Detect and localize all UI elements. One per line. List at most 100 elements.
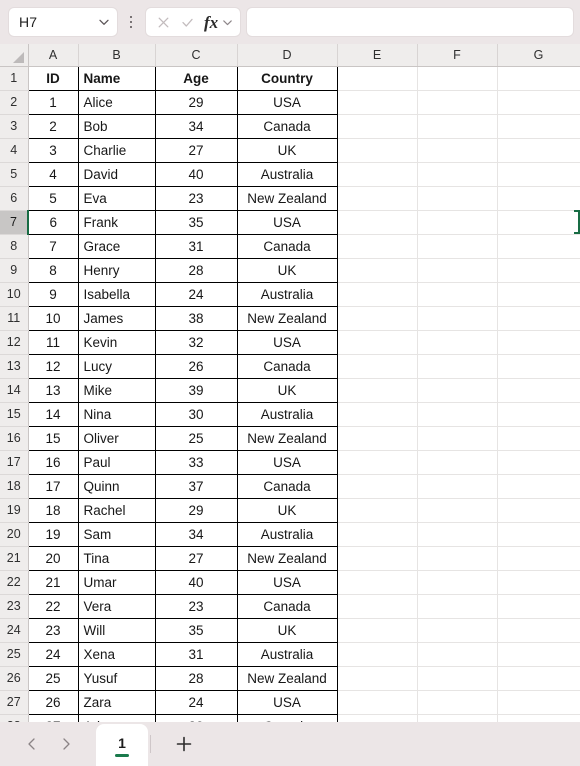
cell-B18[interactable]: Quinn (77, 473, 156, 499)
cell-D28[interactable]: Canada (236, 713, 338, 722)
kebab-menu-icon[interactable] (120, 7, 142, 37)
row-header-5[interactable]: 5 (0, 162, 29, 187)
row-header-4[interactable]: 4 (0, 138, 29, 163)
cell-empty-F2[interactable] (417, 90, 498, 115)
cell-D24[interactable]: UK (236, 617, 338, 643)
cell-B6[interactable]: Eva (77, 185, 156, 211)
cell-empty-E25[interactable] (337, 642, 418, 667)
cell-A7[interactable]: 6 (27, 209, 79, 235)
cell-C26[interactable]: 28 (154, 665, 238, 691)
row-header-19[interactable]: 19 (0, 498, 29, 523)
cell-D20[interactable]: Australia (236, 521, 338, 547)
cell-empty-G28[interactable] (497, 714, 580, 722)
row-header-20[interactable]: 20 (0, 522, 29, 547)
cell-empty-F17[interactable] (417, 450, 498, 475)
cell-B8[interactable]: Grace (77, 233, 156, 259)
chevron-down-icon[interactable] (97, 15, 111, 29)
cell-empty-G11[interactable] (497, 306, 580, 331)
row-header-25[interactable]: 25 (0, 642, 29, 667)
cell-B28[interactable]: Ada (77, 713, 156, 722)
cell-C18[interactable]: 37 (154, 473, 238, 499)
row-header-21[interactable]: 21 (0, 546, 29, 571)
row-header-3[interactable]: 3 (0, 114, 29, 139)
cell-C19[interactable]: 29 (154, 497, 238, 523)
cell-A4[interactable]: 3 (27, 137, 79, 163)
cell-empty-F24[interactable] (417, 618, 498, 643)
spreadsheet-grid[interactable]: ABCDEFG 1 ID Name Age Country 2 1 Alice 29 USA 3 2 B… (0, 44, 580, 722)
cell-B11[interactable]: James (77, 305, 156, 331)
cell-empty-E4[interactable] (337, 138, 418, 163)
cell-empty-G25[interactable] (497, 642, 580, 667)
cell-empty-F5[interactable] (417, 162, 498, 187)
cell-C6[interactable]: 23 (154, 185, 238, 211)
cell-empty-F19[interactable] (417, 498, 498, 523)
column-header-d[interactable]: D (237, 44, 338, 67)
cell-C24[interactable]: 35 (154, 617, 238, 643)
cell-D4[interactable]: UK (236, 137, 338, 163)
cell-A24[interactable]: 23 (27, 617, 79, 643)
cell-B5[interactable]: David (77, 161, 156, 187)
cell-B25[interactable]: Xena (77, 641, 156, 667)
chevron-right-icon[interactable] (58, 736, 74, 752)
row-header-14[interactable]: 14 (0, 378, 29, 403)
cell-A6[interactable]: 5 (27, 185, 79, 211)
cell-C27[interactable]: 24 (154, 689, 238, 715)
cell-B1[interactable]: Name (77, 65, 156, 91)
cell-A11[interactable]: 10 (27, 305, 79, 331)
cell-B9[interactable]: Henry (77, 257, 156, 283)
cell-empty-E26[interactable] (337, 666, 418, 691)
row-header-2[interactable]: 2 (0, 90, 29, 115)
cell-empty-E9[interactable] (337, 258, 418, 283)
cell-empty-G3[interactable] (497, 114, 580, 139)
cell-A26[interactable]: 25 (27, 665, 79, 691)
cell-empty-E16[interactable] (337, 426, 418, 451)
cell-empty-G8[interactable] (497, 234, 580, 259)
cell-empty-E5[interactable] (337, 162, 418, 187)
cell-empty-E28[interactable] (337, 714, 418, 722)
cell-A13[interactable]: 12 (27, 353, 79, 379)
cell-empty-E10[interactable] (337, 282, 418, 307)
cell-C12[interactable]: 32 (154, 329, 238, 355)
cell-C2[interactable]: 29 (154, 89, 238, 115)
cell-B2[interactable]: Alice (77, 89, 156, 115)
cell-B15[interactable]: Nina (77, 401, 156, 427)
cell-empty-F14[interactable] (417, 378, 498, 403)
cell-A14[interactable]: 13 (27, 377, 79, 403)
cell-B19[interactable]: Rachel (77, 497, 156, 523)
name-box[interactable]: H7 (8, 7, 118, 37)
cell-A3[interactable]: 2 (27, 113, 79, 139)
cell-A21[interactable]: 20 (27, 545, 79, 571)
cell-empty-G18[interactable] (497, 474, 580, 499)
cell-C8[interactable]: 31 (154, 233, 238, 259)
cell-B22[interactable]: Umar (77, 569, 156, 595)
cell-empty-F28[interactable] (417, 714, 498, 722)
cell-empty-G13[interactable] (497, 354, 580, 379)
cell-empty-G22[interactable] (497, 570, 580, 595)
cell-empty-G15[interactable] (497, 402, 580, 427)
cell-empty-F15[interactable] (417, 402, 498, 427)
cell-empty-E27[interactable] (337, 690, 418, 715)
cell-A5[interactable]: 4 (27, 161, 79, 187)
cell-D7[interactable]: USA (236, 209, 338, 235)
cell-D14[interactable]: UK (236, 377, 338, 403)
cell-D6[interactable]: New Zealand (236, 185, 338, 211)
cell-empty-F11[interactable] (417, 306, 498, 331)
cell-D16[interactable]: New Zealand (236, 425, 338, 451)
cell-A28[interactable]: 27 (27, 713, 79, 722)
cell-empty-E11[interactable] (337, 306, 418, 331)
cell-D19[interactable]: UK (236, 497, 338, 523)
cell-empty-G4[interactable] (497, 138, 580, 163)
row-header-22[interactable]: 22 (0, 570, 29, 595)
cell-empty-E19[interactable] (337, 498, 418, 523)
cell-empty-F25[interactable] (417, 642, 498, 667)
cell-empty-F27[interactable] (417, 690, 498, 715)
row-header-11[interactable]: 11 (0, 306, 29, 331)
row-header-10[interactable]: 10 (0, 282, 29, 307)
row-header-18[interactable]: 18 (0, 474, 29, 499)
cell-empty-G7[interactable] (497, 210, 580, 235)
column-header-f[interactable]: F (417, 44, 498, 67)
cell-B7[interactable]: Frank (77, 209, 156, 235)
cell-A1[interactable]: ID (27, 65, 79, 91)
cell-empty-E8[interactable] (337, 234, 418, 259)
cell-A22[interactable]: 21 (27, 569, 79, 595)
